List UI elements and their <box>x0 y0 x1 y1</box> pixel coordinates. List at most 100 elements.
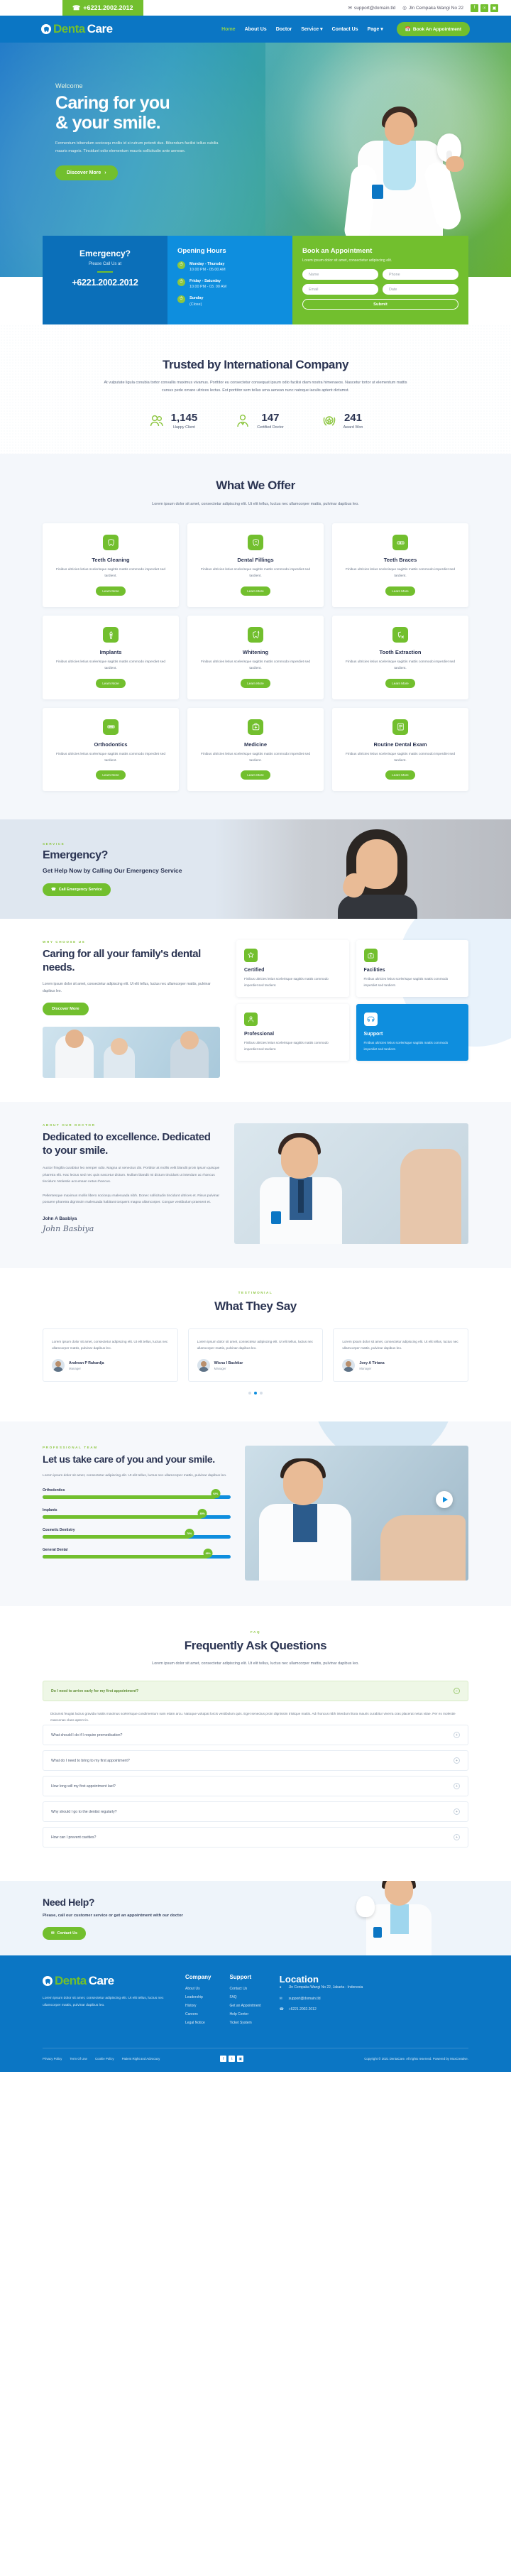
submit-button[interactable]: Submit <box>302 299 458 310</box>
family-discover-button[interactable]: Discover More <box>43 1003 89 1016</box>
dedicated-eyebrow: ABOUT OUR DOCTOR <box>43 1123 96 1128</box>
linkedin-icon[interactable]: ▣ <box>237 2056 244 2063</box>
service-learn-more-button[interactable]: Learn More <box>241 770 270 780</box>
footer-bottom-link[interactable]: Cookie Policy <box>95 2057 114 2061</box>
nav-item-page[interactable]: Page ▾ <box>368 26 383 32</box>
footer-company-link[interactable]: History <box>185 2004 211 2008</box>
service-learn-more-button[interactable]: Learn More <box>385 586 415 596</box>
call-emergency-button[interactable]: ☎ Call Emergency Service <box>43 883 111 896</box>
emergency-card-phone[interactable]: +6221.2002.2012 <box>51 278 159 288</box>
carousel-dot-active[interactable] <box>254 1392 257 1395</box>
footer-logo[interactable]: Denta Care <box>43 1974 167 1988</box>
nav-item-about-us[interactable]: About Us <box>245 27 267 32</box>
faq-question[interactable]: What should I do if I require premedicat… <box>43 1725 468 1746</box>
footer-bottom-link[interactable]: Privacy Policy <box>43 2057 62 2061</box>
service-learn-more-button[interactable]: Learn More <box>96 770 126 780</box>
service-card[interactable]: Tooth Extraction Finibus ultricies letius… <box>332 616 468 699</box>
faq-question[interactable]: How can I prevent cavities? + <box>43 1827 468 1848</box>
nav-item-home[interactable]: Home <box>221 27 235 32</box>
phone-icon: ☎ <box>51 887 56 892</box>
phone-input[interactable]: Phone <box>383 269 458 280</box>
service-icon <box>248 535 263 551</box>
email-input[interactable]: Email <box>302 284 378 295</box>
testimonial-card: Lorem ipsum dolor sit amet, consectetur … <box>43 1328 178 1382</box>
faq-question[interactable]: Why should I go to the dentist regularly… <box>43 1801 468 1823</box>
footer-socials: f t ▣ <box>220 2056 244 2063</box>
footer-support-link[interactable]: Ticket System <box>229 2021 260 2025</box>
footer-email-row[interactable]: ✉ support@domain.tld <box>280 1996 407 2002</box>
service-card[interactable]: Teeth Cleaning Finibus ultricies letius s… <box>43 523 179 608</box>
service-learn-more-button[interactable]: Learn More <box>241 678 270 688</box>
service-card[interactable]: Dental Fillings Finibus ultricies letius … <box>187 523 324 608</box>
feature-card[interactable]: Professional Finibus ultricies letius sce… <box>236 1004 349 1061</box>
faq-question[interactable]: Do I need to arrive early for my first a… <box>43 1681 468 1701</box>
twitter-icon[interactable]: t <box>229 2056 236 2063</box>
dedicated-section: ABOUT OUR DOCTOR Dedicated to excellence… <box>0 1102 511 1269</box>
footer-support-link[interactable]: FAQ <box>229 1995 260 1999</box>
nav-item-contact-us[interactable]: Contact Us <box>332 27 358 32</box>
service-learn-more-button[interactable]: Learn More <box>385 770 415 780</box>
plus-icon[interactable]: + <box>454 1808 460 1816</box>
instagram-icon[interactable]: ☉ <box>480 4 488 12</box>
mail-icon: ✉ <box>279 1996 282 2001</box>
plus-icon[interactable]: + <box>454 1783 460 1790</box>
footer-company-link[interactable]: Legal Notice <box>185 2021 211 2025</box>
topbar-email-label: support@domain.tld <box>353 5 396 11</box>
footer-company-link[interactable]: Leadership <box>185 1995 211 1999</box>
linkedin-icon[interactable]: ▣ <box>490 4 498 12</box>
testimonial-role: Manager <box>214 1366 226 1370</box>
play-button-icon[interactable] <box>436 1491 453 1509</box>
skill-label: Orthodontics <box>43 1488 65 1493</box>
site-logo[interactable]: Denta Care <box>41 22 113 36</box>
nav-item-doctor[interactable]: Doctor <box>276 27 292 32</box>
service-card[interactable]: Implants Finibus ultricies letius sceleri… <box>43 616 179 699</box>
faq-question[interactable]: How long will my first appointment last?… <box>43 1776 468 1797</box>
location-icon: ◎ <box>402 6 407 11</box>
testimonial-role: Manager <box>359 1366 372 1370</box>
name-input[interactable]: Name <box>302 269 378 280</box>
plus-icon[interactable]: + <box>454 1834 460 1841</box>
contact-us-button[interactable]: ✉ Contact Us <box>43 1927 86 1941</box>
award-icon <box>321 413 338 430</box>
carousel-dot[interactable] <box>248 1392 251 1395</box>
discover-more-button[interactable]: Discover More › <box>55 165 118 181</box>
feature-card[interactable]: Certified Finibus ultricies letius sceler… <box>236 940 349 998</box>
date-input[interactable]: Date <box>383 284 458 295</box>
minus-icon[interactable]: − <box>454 1688 460 1694</box>
plus-icon[interactable]: + <box>454 1757 460 1764</box>
service-card[interactable]: Teeth Braces Finibus ultricies letius sce… <box>332 523 468 608</box>
service-learn-more-button[interactable]: Learn More <box>96 678 126 688</box>
footer-company-link[interactable]: Careers <box>185 2012 211 2016</box>
phone-icon: ☎ <box>72 4 81 11</box>
footer-support-link[interactable]: Get an Appointment <box>229 2004 260 2008</box>
footer-support-link[interactable]: Contact Us <box>229 1987 260 1991</box>
facebook-icon[interactable]: f <box>220 2056 227 2063</box>
footer-phone-row[interactable]: ☎ +6221.2002.2012 <box>280 2007 407 2013</box>
feature-card[interactable]: Support Finibus ultricies letius sceleris… <box>356 1004 468 1061</box>
footer-support-link[interactable]: Help Center <box>229 2012 260 2016</box>
nav-item-service[interactable]: Service ▾ <box>301 26 322 32</box>
faq-question[interactable]: What do I need to bring to my first appo… <box>43 1750 468 1772</box>
topbar-phone[interactable]: ☎ +6221.2002.2012 <box>62 0 143 16</box>
footer-company-link[interactable]: About Us <box>185 1987 211 1991</box>
service-card[interactable]: Orthodontics Finibus ultricies letius sce… <box>43 707 179 792</box>
plus-icon[interactable]: + <box>454 1732 460 1739</box>
feature-card[interactable]: Facilities Finibus ultricies letius scele… <box>356 940 468 998</box>
doctor-icon <box>234 413 251 430</box>
emergency-eyebrow: SERVICE <box>43 842 65 846</box>
hero-title-line2: & your smile. <box>55 112 161 133</box>
facebook-icon[interactable]: f <box>471 4 478 12</box>
testimonial-card: Lorem ipsum dolor sit amet, consectetur … <box>187 1328 324 1382</box>
book-appointment-button[interactable]: 📅 Book An Appointment <box>396 22 470 36</box>
service-learn-more-button[interactable]: Learn More <box>241 586 270 596</box>
service-learn-more-button[interactable]: Learn More <box>385 678 415 688</box>
service-card[interactable]: Routine Dental Exam Finibus ultricies let… <box>332 707 468 792</box>
service-card[interactable]: Whitening Finibus ultricies letius sceler… <box>187 616 324 699</box>
carousel-dot[interactable] <box>260 1392 263 1395</box>
footer-bottom-link[interactable]: Term Of Use <box>70 2057 87 2061</box>
topbar-email[interactable]: ✉ support@domain.tld <box>348 5 396 11</box>
footer-bottom-link[interactable]: Patient Right and Advocacy <box>122 2057 160 2061</box>
service-card[interactable]: Medicine Finibus ultricies letius sceleri… <box>187 707 324 792</box>
service-learn-more-button[interactable]: Learn More <box>96 586 126 596</box>
faq-title: Frequently Ask Questions <box>184 1639 327 1653</box>
